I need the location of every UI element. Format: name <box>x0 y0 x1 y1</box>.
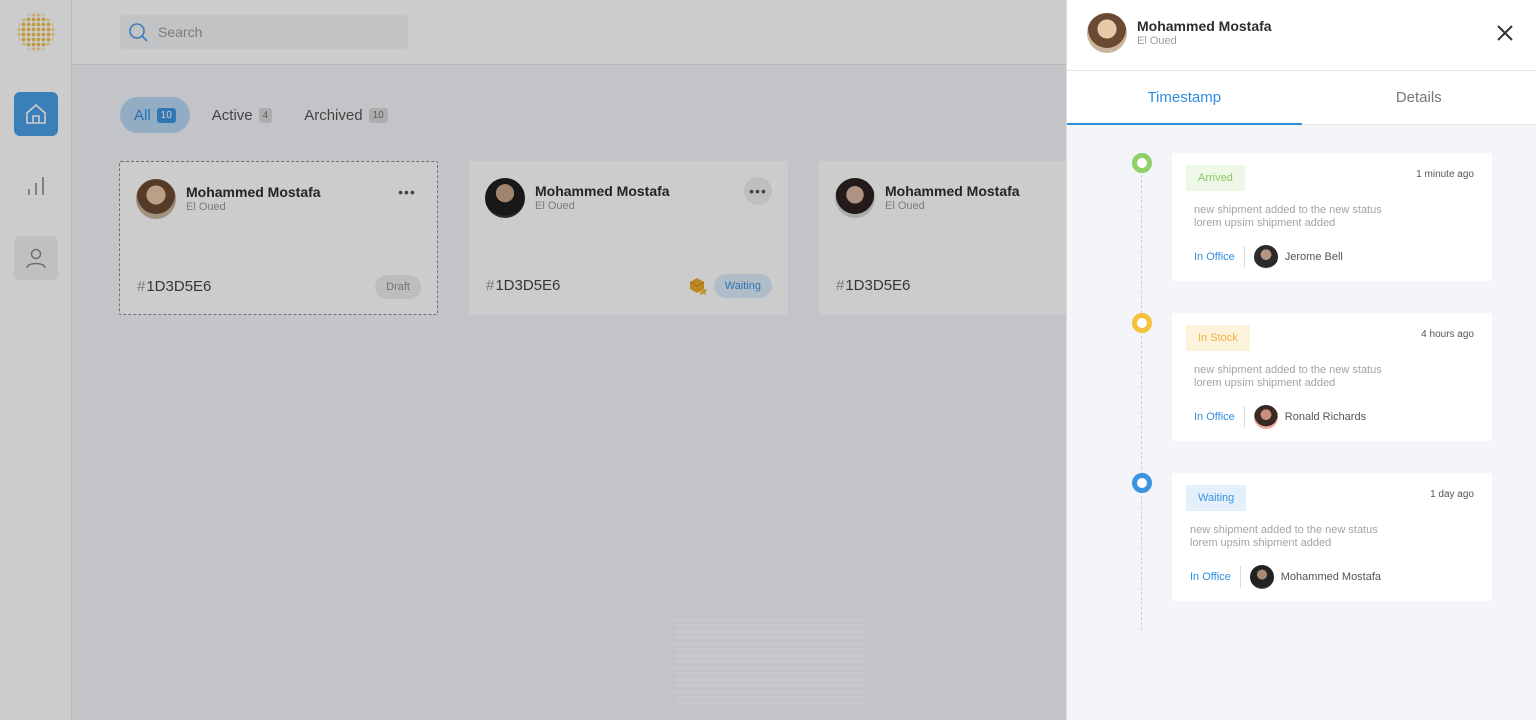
person-name: Jerome Bell <box>1284 251 1343 263</box>
desc-line: new shipment added to the new status <box>1190 524 1378 536</box>
event-description: new shipment added to the new status lore… <box>1190 524 1450 550</box>
desc-line: lorem upsim shipment added <box>1190 537 1332 549</box>
timeline-card[interactable]: Arrived 1 minute ago new shipment added … <box>1172 153 1492 281</box>
watermark <box>675 615 865 705</box>
close-button[interactable] <box>1494 22 1516 44</box>
timeline-dot <box>1132 153 1152 173</box>
office-link[interactable]: In Office <box>1194 246 1245 268</box>
tab-timestamp[interactable]: Timestamp <box>1067 71 1302 125</box>
panel-tabs: Timestamp Details <box>1067 71 1536 125</box>
timeline-dot <box>1132 473 1152 493</box>
timeline-card[interactable]: Waiting 1 day ago new shipment added to … <box>1172 473 1492 601</box>
event-footer: In Office Mohammed Mostafa <box>1190 565 1381 589</box>
event-time: 4 hours ago <box>1421 329 1474 340</box>
event-footer: In Office Ronald Richards <box>1194 405 1366 429</box>
office-link[interactable]: In Office <box>1190 566 1241 588</box>
close-icon <box>1497 25 1513 41</box>
desc-line: lorem upsim shipment added <box>1194 217 1336 229</box>
panel-header: Mohammed Mostafa El Oued <box>1067 0 1536 71</box>
desc-line: new shipment added to the new status <box>1194 204 1382 216</box>
event-footer: In Office Jerome Bell <box>1194 245 1343 269</box>
avatar <box>1253 245 1278 269</box>
timeline-line <box>1141 170 1142 630</box>
panel-name: Mohammed Mostafa <box>1137 18 1272 34</box>
avatar <box>1249 565 1274 589</box>
event-time: 1 minute ago <box>1416 169 1474 180</box>
desc-line: lorem upsim shipment added <box>1194 377 1336 389</box>
modal-backdrop[interactable] <box>0 0 1066 720</box>
timeline-card[interactable]: In Stock 4 hours ago new shipment added … <box>1172 313 1492 441</box>
timeline-dot <box>1132 313 1152 333</box>
event-description: new shipment added to the new status lore… <box>1194 364 1454 390</box>
status-badge: Arrived <box>1186 165 1245 191</box>
status-badge: Waiting <box>1186 485 1247 511</box>
event-description: new shipment added to the new status lore… <box>1194 204 1454 230</box>
person-name: Ronald Richards <box>1284 411 1367 423</box>
event-time: 1 day ago <box>1430 489 1474 500</box>
desc-line: new shipment added to the new status <box>1194 364 1382 376</box>
tab-details[interactable]: Details <box>1302 71 1536 124</box>
person-name: Mohammed Mostafa <box>1280 571 1382 583</box>
avatar <box>1087 13 1127 53</box>
panel-location: El Oued <box>1137 35 1177 47</box>
status-badge: In Stock <box>1186 325 1250 351</box>
office-link[interactable]: In Office <box>1194 406 1245 428</box>
avatar <box>1253 405 1278 429</box>
detail-panel: Mohammed Mostafa El Oued Timestamp Detai… <box>1066 0 1536 720</box>
